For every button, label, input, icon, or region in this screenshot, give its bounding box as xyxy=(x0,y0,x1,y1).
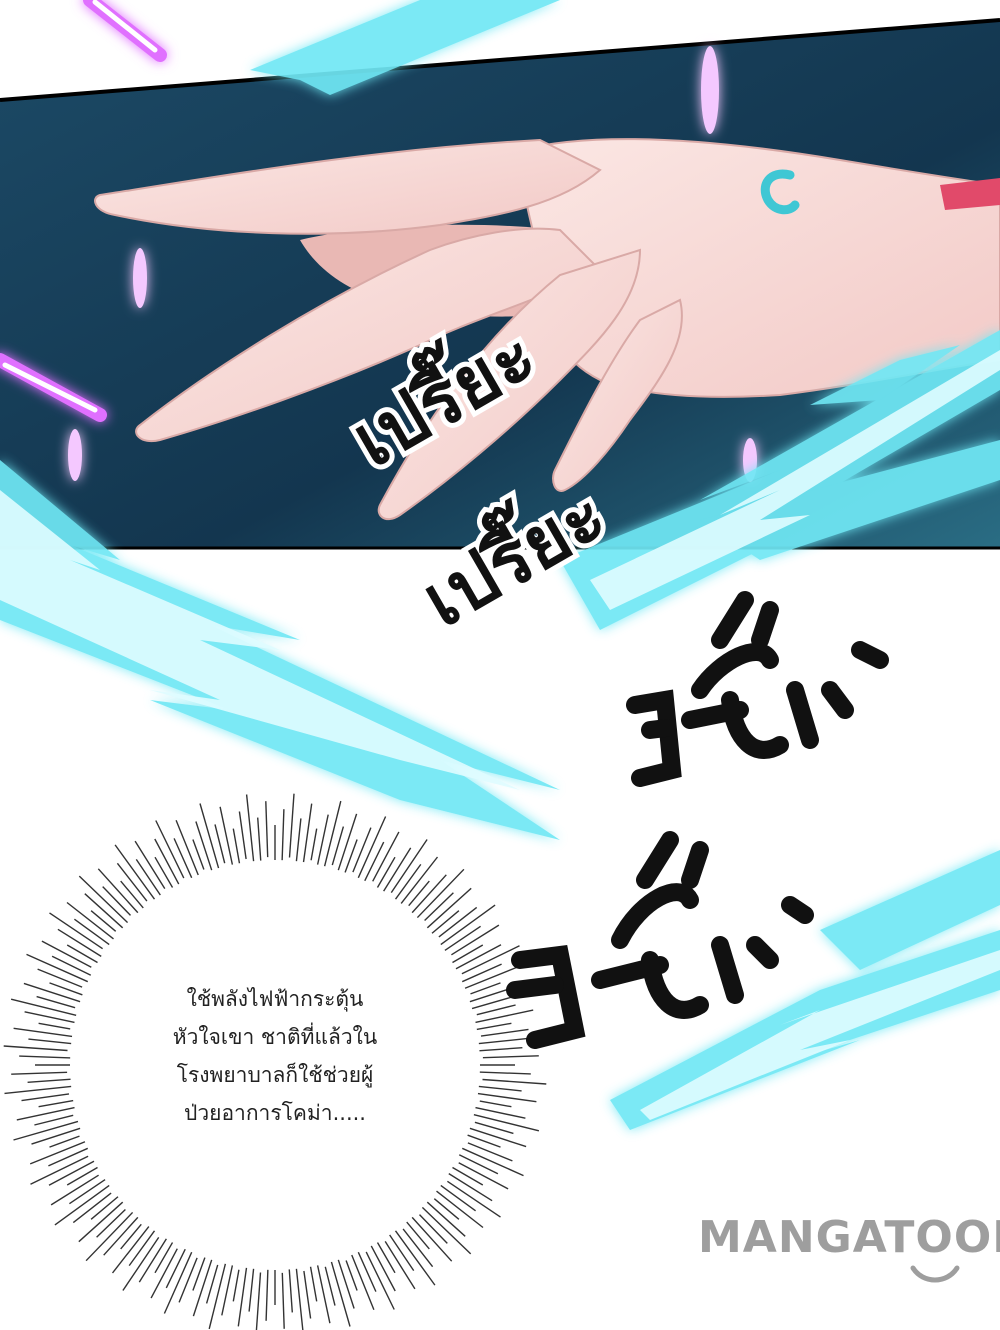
watermark-smile-icon xyxy=(910,1265,960,1283)
mangatoon-watermark: MANGATOON xyxy=(698,1212,1000,1263)
narration-line: โรงพยาบาลก็ใช้ช่วยผู้ xyxy=(176,1063,374,1087)
manga-page: เปรี๊ยะ เปรี๊ยะ ใช้พลังไฟฟ้ากระตุ้น หัวใ… xyxy=(0,0,1000,1330)
narration-line: ใช้พลังไฟฟ้ากระตุ้น xyxy=(186,987,364,1011)
narration-line: ป่วยอาการโคม่า..... xyxy=(184,1101,366,1125)
narration-text: ใช้พลังไฟฟ้ากระตุ้น หัวใจเขา ชาติที่แล้ว… xyxy=(110,980,440,1132)
narration-line: หัวใจเขา ชาติที่แล้วใน xyxy=(172,1025,378,1049)
